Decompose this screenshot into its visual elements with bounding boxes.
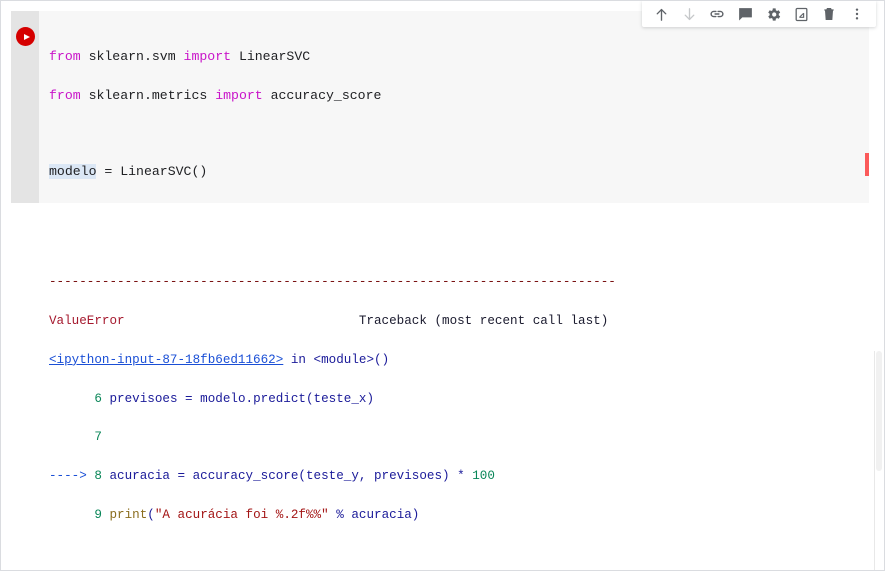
scrollbar-thumb[interactable] [876, 351, 882, 471]
output-divider: ----------------------------------------… [49, 275, 616, 290]
error-minimap-marker [865, 153, 869, 176]
move-cell-down-icon[interactable] [676, 2, 702, 26]
code-text-area[interactable]: from sklearn.svm import LinearSVC from s… [49, 11, 869, 203]
traceback-code-line: 6 previsoes = modelo.predict(teste_x) [94, 391, 374, 406]
code-editor-cell[interactable]: from sklearn.svm import LinearSVC from s… [11, 11, 869, 203]
gear-icon[interactable] [760, 2, 786, 26]
move-cell-up-icon[interactable] [648, 2, 674, 26]
traceback-code-line: ----> 8 acuracia = accuracy_score(teste_… [49, 469, 495, 484]
more-options-icon[interactable] [844, 2, 870, 26]
cell-output: ----------------------------------------… [11, 203, 884, 570]
run-cell-button[interactable] [16, 27, 35, 46]
trash-icon[interactable] [816, 2, 842, 26]
code-line: from sklearn.svm import LinearSVC [49, 49, 311, 65]
link-icon[interactable] [704, 2, 730, 26]
exception-header: ValueError Traceback (most recent call l… [49, 314, 609, 329]
play-icon [23, 33, 30, 40]
mirror-cell-icon[interactable] [788, 2, 814, 26]
frame-location-link[interactable]: <ipython-input-87-18fb6ed11662> [49, 353, 283, 367]
traceback-code-line: 9 print("A acurácia foi %.2f%%" % acurac… [94, 508, 420, 523]
colab-notebook-cell: from sklearn.svm import LinearSVC from s… [0, 0, 885, 571]
output-vertical-scrollbar[interactable] [874, 351, 883, 570]
code-line: modelo = LinearSVC() [49, 164, 208, 180]
traceback-frame-header: <ipython-input-87-18fb6ed11662> in <modu… [49, 352, 390, 367]
code-line: from sklearn.metrics import accuracy_sco… [49, 87, 382, 103]
comment-icon[interactable] [732, 2, 758, 26]
traceback-code-line: 7 [94, 430, 102, 445]
cell-toolbar [642, 1, 876, 27]
